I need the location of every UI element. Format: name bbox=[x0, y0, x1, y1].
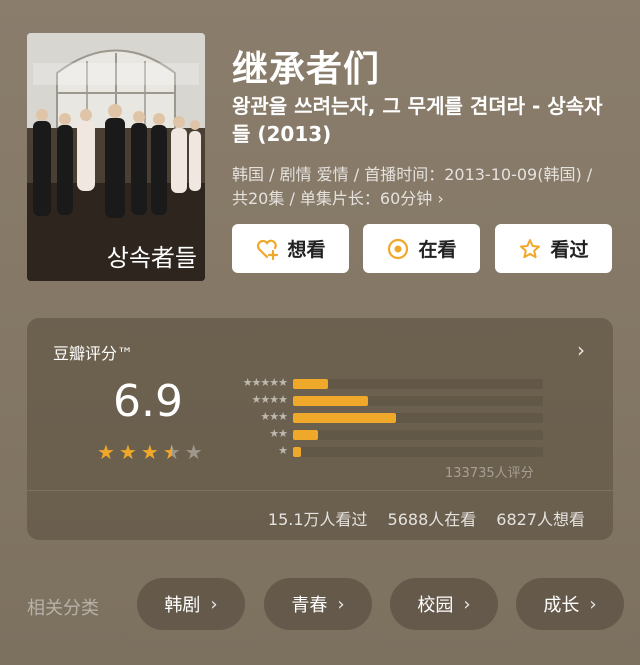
poster-image[interactable]: 상속者들 bbox=[27, 33, 205, 281]
distribution-track bbox=[293, 447, 543, 457]
distribution-row: ★★ bbox=[223, 427, 553, 443]
chevron-right-icon: › bbox=[210, 593, 218, 615]
distribution-row: ★ bbox=[223, 444, 553, 460]
distribution-row: ★★★ bbox=[223, 410, 553, 426]
distribution-track bbox=[293, 379, 543, 389]
star-full-icon: ★ bbox=[118, 440, 137, 464]
distribution-track bbox=[293, 430, 543, 440]
watching-count: 5688人在看 bbox=[387, 510, 477, 529]
distribution-stars-label: ★★★★ bbox=[251, 393, 288, 406]
star-full-icon: ★ bbox=[97, 440, 115, 464]
total-ratings: 133735人评分 bbox=[445, 466, 534, 481]
distribution-bar bbox=[293, 430, 318, 440]
star-half-icon: ★ bbox=[162, 440, 181, 464]
poster-title-text: 상속者들 bbox=[106, 244, 197, 272]
category-chip[interactable]: 韩剧 › bbox=[137, 578, 245, 630]
star-outline-icon bbox=[520, 238, 541, 258]
chevron-right-icon: › bbox=[337, 593, 345, 615]
target-circle-icon bbox=[388, 238, 409, 259]
star-empty-icon: ★ bbox=[184, 440, 203, 464]
chevron-right-icon: › bbox=[463, 593, 471, 615]
chevron-right-icon[interactable]: › bbox=[577, 338, 585, 362]
watching-button[interactable]: 在看 bbox=[363, 224, 480, 273]
movie-meta-info[interactable]: 韩国 / 剧情 爱情 / 首播时间：2013-10-09(韩国) / 共20集 … bbox=[232, 163, 612, 211]
distribution-stars-label: ★★★ bbox=[260, 410, 288, 423]
watched-button[interactable]: 看过 bbox=[495, 224, 612, 273]
page-title: 继承者们 bbox=[232, 49, 381, 90]
category-chip[interactable]: 成长 › bbox=[516, 578, 624, 630]
category-chip-label: 成长 bbox=[543, 595, 580, 616]
watching-label: 在看 bbox=[418, 239, 457, 261]
watched-label: 看过 bbox=[550, 239, 589, 261]
distribution-stars-label: ★ bbox=[278, 444, 288, 457]
want-count: 6827人想看 bbox=[496, 510, 585, 529]
category-chip-label: 校园 bbox=[417, 595, 454, 616]
distribution-stars-label: ★★★★★ bbox=[242, 376, 288, 389]
distribution-bar bbox=[293, 447, 301, 457]
category-chip[interactable]: 校园 › bbox=[390, 578, 498, 630]
rating-stars: ★ ★ ★ ★ ★ bbox=[97, 442, 203, 462]
distribution-bar bbox=[293, 413, 396, 423]
distribution-track bbox=[293, 413, 543, 423]
chevron-right-icon: › bbox=[589, 593, 597, 615]
rating-title: 豆瓣评分™ bbox=[53, 344, 134, 363]
star-full-icon: ★ bbox=[140, 440, 159, 464]
watched-count: 15.1万人看过 bbox=[267, 510, 368, 529]
header-section: 상속者들 继承者们 왕관을 쓰려는자, 그 무게를 견뎌라 - 상속자들 (20… bbox=[0, 0, 640, 300]
distribution-row: ★★★★★ bbox=[223, 376, 553, 392]
related-categories-label: 相关分类 bbox=[27, 598, 99, 619]
category-chip[interactable]: 青春 › bbox=[264, 578, 372, 630]
distribution-stars-label: ★★ bbox=[269, 427, 288, 440]
category-chip-label: 青春 bbox=[291, 595, 328, 616]
distribution-bar bbox=[293, 379, 328, 389]
heart-plus-icon bbox=[257, 239, 279, 260]
distribution-track bbox=[293, 396, 543, 406]
category-chip-label: 韩剧 bbox=[164, 595, 201, 616]
rating-distribution: ★★★★★ ★★★★ ★★★ ★★ ★ bbox=[223, 376, 553, 461]
distribution-row: ★★★★ bbox=[223, 393, 553, 409]
want-to-watch-button[interactable]: 想看 bbox=[232, 224, 349, 273]
rating-score: 6.9 bbox=[113, 376, 183, 427]
douban-rating-card[interactable]: 豆瓣评分™ › 6.9 ★ ★ ★ ★ ★ ★★★★★ ★★★★ ★★★ ★★ ★ 133735… bbox=[27, 318, 613, 540]
audience-counts: 15.1万人看过 5688人在看 6827人想看 bbox=[268, 506, 585, 530]
divider bbox=[27, 490, 613, 491]
want-to-watch-label: 想看 bbox=[287, 239, 326, 261]
original-title: 왕관을 쓰려는자, 그 무게를 견뎌라 - 상속자들 (2013) bbox=[232, 94, 603, 146]
distribution-bar bbox=[293, 396, 368, 406]
